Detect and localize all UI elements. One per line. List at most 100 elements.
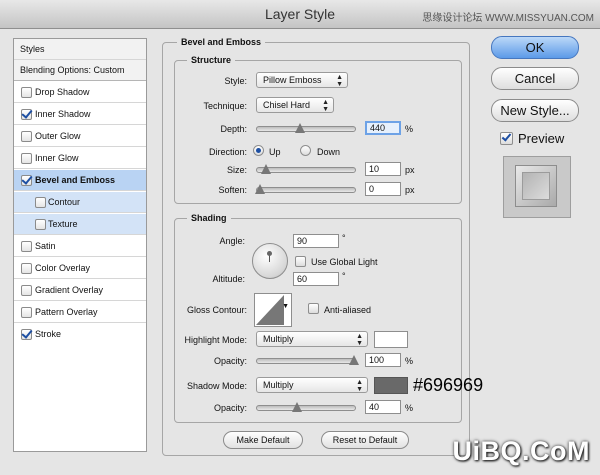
gloss-contour-picker[interactable]: ▼ bbox=[254, 293, 292, 327]
stroke-checkbox[interactable] bbox=[21, 329, 32, 340]
style-item-inner-shadow[interactable]: Inner Shadow bbox=[14, 104, 146, 125]
style-item-satin[interactable]: Satin bbox=[14, 236, 146, 257]
gradient-overlay-checkbox[interactable] bbox=[21, 285, 32, 296]
contour-curve-icon bbox=[256, 295, 284, 325]
highlight-opacity-slider[interactable] bbox=[256, 355, 359, 365]
direction-up-radio[interactable] bbox=[253, 145, 264, 156]
angle-unit: ° bbox=[342, 233, 346, 243]
depth-slider[interactable] bbox=[256, 123, 356, 133]
style-item-color-overlay[interactable]: Color Overlay bbox=[14, 258, 146, 279]
pattern-overlay-checkbox[interactable] bbox=[21, 307, 32, 318]
style-item-inner-glow[interactable]: Inner Glow bbox=[14, 148, 146, 169]
style-item-bevel-emboss[interactable]: Bevel and Emboss bbox=[14, 170, 146, 191]
color-overlay-checkbox[interactable] bbox=[21, 263, 32, 274]
satin-checkbox[interactable] bbox=[21, 241, 32, 252]
watermark-top: 思缘设计论坛 WWW.MISSYUAN.COM bbox=[422, 13, 594, 24]
inner-glow-checkbox[interactable] bbox=[21, 153, 32, 164]
highlight-opacity-unit: % bbox=[405, 356, 414, 366]
shadow-mode-select[interactable]: Multiply ▲ ▼ bbox=[256, 377, 368, 393]
light-source-icon bbox=[267, 251, 272, 256]
blending-options-item[interactable]: Blending Options: Custom bbox=[14, 60, 146, 81]
highlight-color-swatch[interactable] bbox=[374, 331, 408, 348]
bevel-emboss-checkbox[interactable] bbox=[21, 175, 32, 186]
direction-down-radio[interactable] bbox=[300, 145, 311, 156]
watermark-bottom: UiBQ.CoM bbox=[452, 436, 590, 466]
depth-slider-thumb[interactable] bbox=[295, 123, 305, 133]
size-slider[interactable] bbox=[256, 164, 356, 174]
select-arrows-icon: ▲ ▼ bbox=[336, 74, 343, 88]
highlight-mode-select[interactable]: Multiply ▲ ▼ bbox=[256, 331, 368, 347]
outer-glow-checkbox[interactable] bbox=[21, 131, 32, 142]
layer-style-dialog: Layer Style 思缘设计论坛 WWW.MISSYUAN.COM Styl… bbox=[0, 0, 600, 475]
soften-label: Soften: bbox=[218, 185, 247, 195]
global-light-checkbox[interactable] bbox=[295, 256, 306, 267]
select-arrows-icon: ▲ ▼ bbox=[356, 333, 363, 347]
shadow-opacity-label: Opacity: bbox=[213, 403, 247, 413]
size-unit: px bbox=[405, 165, 415, 175]
select-arrows-icon: ▲ ▼ bbox=[356, 379, 363, 393]
soften-slider[interactable] bbox=[255, 184, 356, 194]
anti-aliased-checkbox[interactable] bbox=[308, 303, 319, 314]
altitude-field[interactable]: 60 bbox=[293, 272, 339, 286]
shadow-opacity-slider[interactable] bbox=[256, 402, 356, 412]
soften-slider-thumb[interactable] bbox=[255, 184, 265, 194]
drop-shadow-checkbox[interactable] bbox=[21, 87, 32, 98]
preview-checkbox[interactable] bbox=[500, 132, 513, 145]
highlight-opacity-field[interactable]: 100 bbox=[365, 353, 401, 367]
size-field[interactable]: 10 bbox=[365, 162, 401, 176]
style-item-drop-shadow[interactable]: Drop Shadow bbox=[14, 82, 146, 103]
styles-header[interactable]: Styles bbox=[14, 39, 146, 60]
size-slider-thumb[interactable] bbox=[261, 164, 271, 174]
angle-field[interactable]: 90 bbox=[293, 234, 339, 248]
anti-aliased-label: Anti-aliased bbox=[324, 305, 372, 315]
style-item-texture[interactable]: Texture bbox=[14, 214, 146, 235]
bevel-emboss-title: Bevel and Emboss bbox=[177, 37, 266, 47]
style-item-contour[interactable]: Contour bbox=[14, 192, 146, 213]
direction-up-label: Up bbox=[269, 147, 281, 157]
technique-select[interactable]: Chisel Hard ▲ ▼ bbox=[256, 97, 334, 113]
style-select[interactable]: Pillow Emboss ▲ ▼ bbox=[256, 72, 348, 88]
structure-title: Structure bbox=[187, 55, 236, 65]
reset-to-default-button[interactable]: Reset to Default bbox=[321, 431, 409, 449]
angle-dial[interactable] bbox=[252, 243, 288, 279]
preview-label: Preview bbox=[518, 131, 565, 146]
styles-list: Styles Blending Options: Custom Drop Sha… bbox=[13, 38, 147, 452]
highlight-opacity-label: Opacity: bbox=[213, 356, 247, 366]
gloss-contour-label: Gloss Contour: bbox=[186, 305, 247, 315]
style-preview-thumbnail bbox=[503, 156, 571, 218]
direction-down-label: Down bbox=[317, 147, 341, 157]
make-default-button[interactable]: Make Default bbox=[223, 431, 303, 449]
depth-unit: % bbox=[405, 124, 414, 134]
ok-button[interactable]: OK bbox=[491, 36, 579, 59]
highlight-mode-label: Highlight Mode: bbox=[184, 335, 247, 345]
contour-checkbox[interactable] bbox=[35, 197, 46, 208]
shadow-opacity-field[interactable]: 40 bbox=[365, 400, 401, 414]
cancel-button[interactable]: Cancel bbox=[491, 67, 579, 90]
altitude-unit: ° bbox=[342, 271, 346, 281]
shadow-color-annotation: #696969 bbox=[413, 375, 484, 395]
shadow-opacity-unit: % bbox=[405, 403, 414, 413]
depth-label: Depth: bbox=[220, 124, 247, 134]
global-light-label: Use Global Light bbox=[311, 257, 378, 267]
select-arrows-icon: ▲ ▼ bbox=[322, 99, 329, 113]
style-item-pattern-overlay[interactable]: Pattern Overlay bbox=[14, 302, 146, 323]
style-item-gradient-overlay[interactable]: Gradient Overlay bbox=[14, 280, 146, 301]
new-style-button[interactable]: New Style... bbox=[491, 99, 579, 122]
technique-label: Technique: bbox=[203, 101, 247, 111]
altitude-label: Altitude: bbox=[212, 274, 245, 284]
inner-shadow-checkbox[interactable] bbox=[21, 109, 32, 120]
chevron-down-icon: ▼ bbox=[282, 303, 289, 310]
texture-checkbox[interactable] bbox=[35, 219, 46, 230]
shadow-opacity-thumb[interactable] bbox=[292, 402, 302, 412]
soften-field[interactable]: 0 bbox=[365, 182, 401, 196]
highlight-opacity-thumb[interactable] bbox=[349, 355, 359, 365]
size-label: Size: bbox=[226, 165, 247, 175]
shadow-color-swatch[interactable] bbox=[374, 377, 408, 394]
style-item-outer-glow[interactable]: Outer Glow bbox=[14, 126, 146, 147]
style-item-stroke[interactable]: Stroke bbox=[14, 324, 146, 345]
style-label: Style: bbox=[224, 76, 247, 86]
title-bar[interactable]: Layer Style 思缘设计论坛 WWW.MISSYUAN.COM bbox=[0, 0, 600, 29]
depth-field[interactable]: 440 bbox=[365, 121, 401, 135]
preview-bevel-swatch bbox=[515, 165, 557, 207]
angle-label: Angle: bbox=[219, 236, 245, 246]
